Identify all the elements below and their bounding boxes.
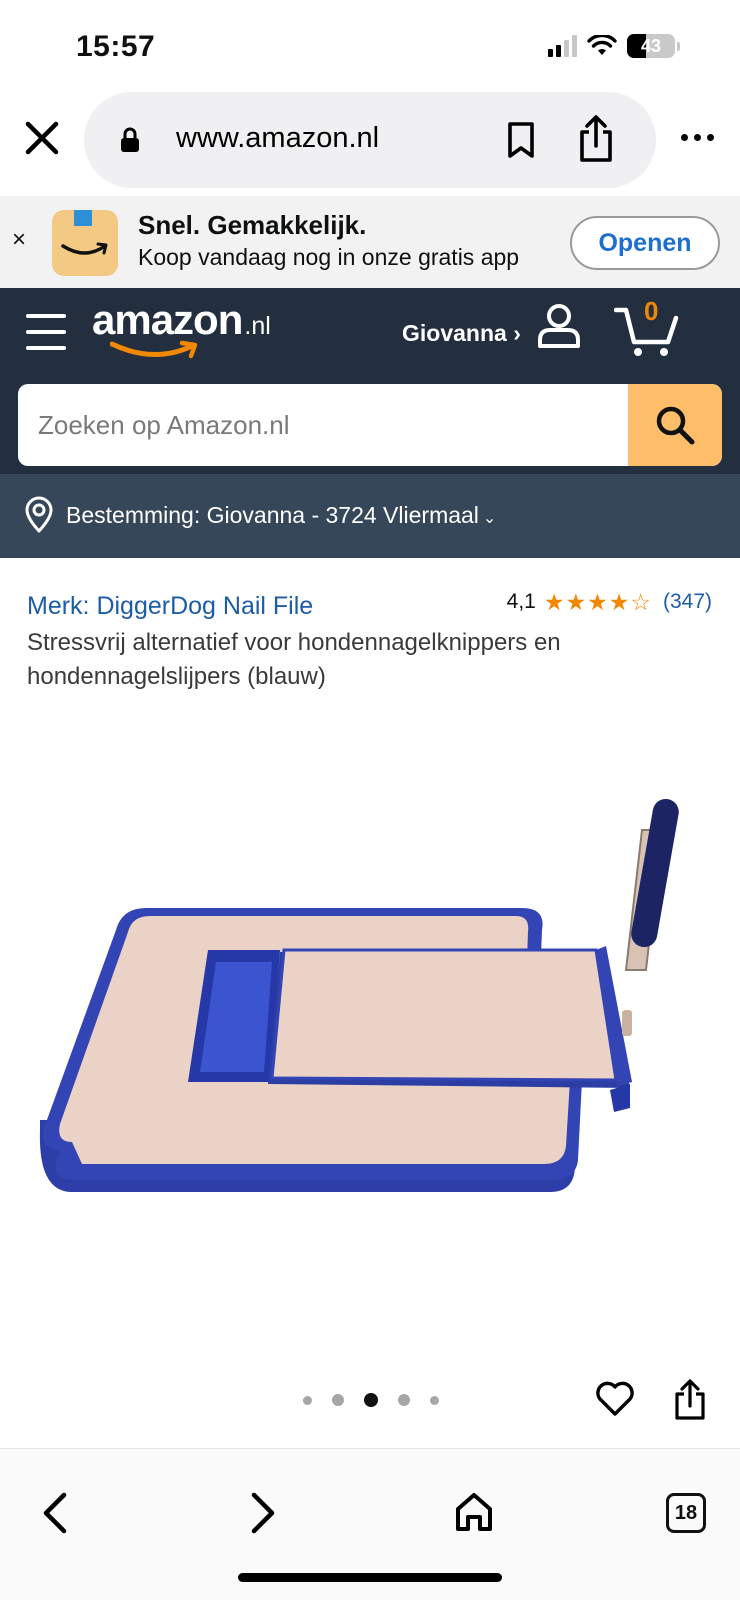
bookmark-icon[interactable] — [504, 120, 538, 160]
cart-count: 0 — [644, 296, 659, 326]
home-indicator — [238, 1573, 502, 1582]
search-button[interactable] — [628, 384, 722, 466]
search-icon — [656, 406, 695, 445]
carousel-dot[interactable] — [303, 1395, 312, 1405]
status-time: 15:57 — [76, 30, 156, 63]
search-input[interactable] — [18, 384, 628, 466]
product-title: Stressvrij alternatief voor hondennagelk… — [27, 629, 561, 690]
rating-summary[interactable]: 4,1 ★ ★ ★ ★ ☆ (347) — [507, 590, 712, 614]
carousel-dot[interactable] — [430, 1395, 439, 1405]
forward-icon[interactable] — [246, 1491, 280, 1535]
star-empty-icon: ☆ — [630, 588, 651, 615]
battery-level: 43 — [640, 35, 662, 56]
amazon-logo[interactable]: amazon.nl — [92, 296, 271, 359]
banner-close-icon[interactable]: × — [12, 226, 26, 254]
carousel-indicator[interactable] — [303, 1393, 439, 1407]
open-app-button[interactable]: Openen — [570, 216, 720, 270]
logo-wordmark: amazon — [92, 296, 243, 343]
url-text: www.amazon.nl — [176, 122, 380, 154]
home-icon[interactable] — [454, 1491, 494, 1533]
browser-toolbar: 18 — [0, 1448, 740, 1600]
signal-icon — [548, 35, 577, 57]
browser-url-row: www.amazon.nl — [0, 90, 740, 190]
delivery-address: Bestemming: Giovanna - 3724 Vliermaal — [66, 502, 479, 528]
location-pin-icon — [25, 496, 53, 533]
amazon-app-icon — [52, 210, 118, 276]
banner-subtitle: Koop vandaag nog in onze gratis app — [138, 244, 520, 270]
amazon-header: amazon.nl Giovanna › 0 — [0, 288, 740, 474]
star-icon: ★ — [565, 588, 587, 615]
star-icon: ★ — [587, 588, 608, 615]
address-bar[interactable]: www.amazon.nl — [84, 92, 656, 188]
more-icon[interactable] — [681, 134, 714, 141]
smile-icon — [110, 340, 198, 359]
back-icon[interactable] — [38, 1491, 72, 1535]
share-icon[interactable] — [576, 114, 616, 164]
star-icon: ★ — [608, 588, 630, 615]
close-icon[interactable] — [20, 116, 64, 160]
hamburger-icon[interactable] — [26, 314, 66, 350]
star-rating: ★ ★ ★ ★ ☆ — [543, 588, 651, 615]
star-icon: ★ — [543, 588, 565, 615]
heart-icon[interactable] — [594, 1378, 636, 1418]
delivery-location-bar[interactable]: Bestemming: Giovanna - 3724 Vliermaal ⌄ — [0, 474, 740, 558]
rating-count[interactable]: (347) — [663, 590, 712, 614]
chevron-down-icon: ⌄ — [482, 510, 497, 527]
lock-icon — [121, 127, 139, 152]
app-banner: × Snel. Gemakkelijk. Koop vandaag nog in… — [0, 196, 740, 288]
account-link[interactable]: Giovanna › — [402, 320, 521, 347]
wifi-icon — [587, 35, 617, 55]
user-icon[interactable] — [534, 300, 584, 350]
banner-title: Snel. Gemakkelijk. — [138, 210, 367, 240]
tabs-icon[interactable]: 18 — [666, 1493, 706, 1533]
product-image[interactable] — [30, 790, 710, 1230]
logo-tld: .nl — [244, 312, 271, 340]
carousel-dot[interactable] — [398, 1394, 410, 1406]
brand-link[interactable]: Merk: DiggerDog Nail File — [27, 592, 313, 621]
cart-icon[interactable]: 0 — [613, 296, 684, 356]
share-product-icon[interactable] — [672, 1378, 708, 1422]
carousel-dot[interactable] — [332, 1394, 344, 1406]
delivery-location-text: Bestemming: Giovanna - 3724 Vliermaal ⌄ — [66, 502, 496, 529]
carousel-dot-active[interactable] — [364, 1393, 378, 1407]
status-icons: 43 — [548, 34, 680, 58]
battery-icon: 43 — [627, 34, 680, 58]
status-bar: 15:57 43 — [0, 0, 740, 90]
rating-value: 4,1 — [506, 590, 536, 613]
search-bar — [18, 384, 722, 466]
